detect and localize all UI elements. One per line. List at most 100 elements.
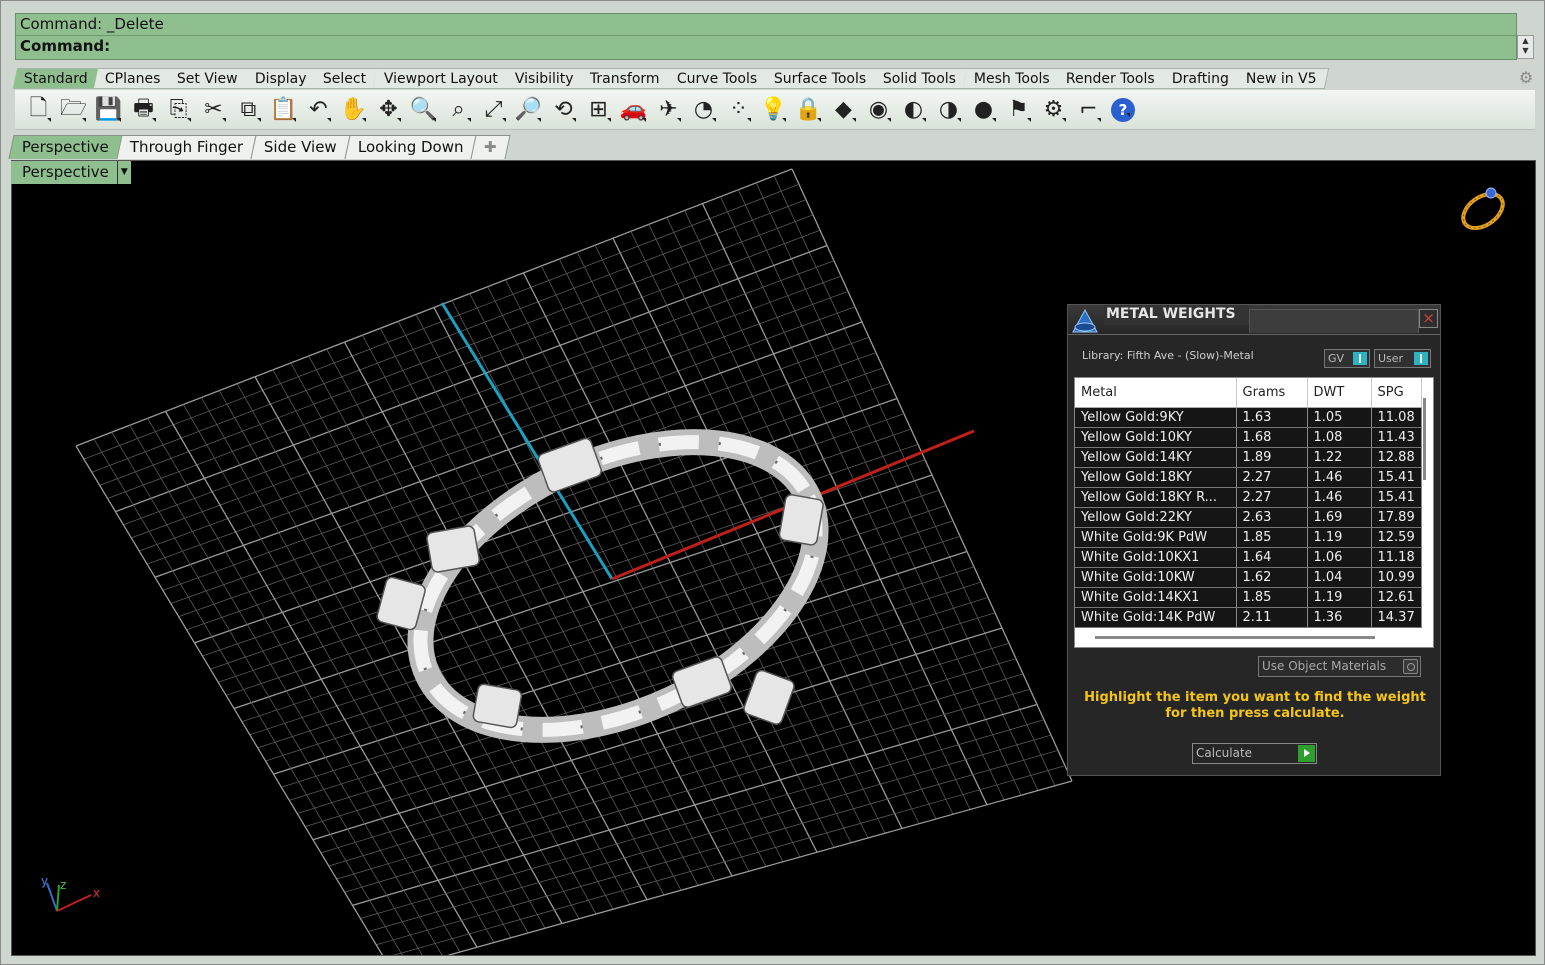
panel-header[interactable]: METAL WEIGHTS ×: [1068, 305, 1440, 335]
calculate-label: Calculate: [1196, 746, 1253, 760]
paste-icon[interactable]: 📋: [266, 93, 301, 127]
zoom-window-icon[interactable]: ⌕: [441, 93, 476, 127]
toolbar-tab-drafting[interactable]: Drafting: [1160, 68, 1242, 89]
library-label: Library: Fifth Ave - (Slow)-Metal: [1082, 349, 1254, 362]
new-file-icon[interactable]: 🗋: [21, 93, 56, 127]
table-row[interactable]: Yellow Gold:9KY 1.63 1.05 11.08: [1075, 407, 1422, 428]
command-scroll-arrows[interactable]: ▲ ▼: [1517, 35, 1534, 59]
user-toggle[interactable]: User: [1374, 349, 1431, 368]
toolbar-tab-visibility[interactable]: Visibility: [503, 68, 586, 89]
import-icon[interactable]: ⎘: [161, 93, 196, 127]
blue-sphere-icon[interactable]: ●: [966, 93, 1001, 127]
table-row[interactable]: White Gold:14KX1 1.85 1.19 12.61: [1075, 587, 1422, 608]
table-cell-metal: White Gold:9K PdW: [1075, 527, 1237, 548]
toolbar-tab-label: Solid Tools: [883, 71, 957, 87]
circle-icon[interactable]: ◔: [686, 93, 721, 127]
table-cell-metal: Yellow Gold:18KY: [1075, 467, 1237, 488]
column-header-dwt[interactable]: DWT: [1307, 378, 1372, 408]
undo-icon[interactable]: ↶: [301, 93, 336, 127]
pan-hand-icon[interactable]: ✋: [336, 93, 371, 127]
zoom-extents-icon[interactable]: ⤢: [476, 93, 511, 127]
calculate-button[interactable]: Calculate: [1192, 743, 1317, 764]
zoom-selected-icon[interactable]: 🔎: [511, 93, 546, 127]
toolbar-tab-viewport-layout[interactable]: Viewport Layout: [372, 68, 510, 89]
color-wheel-icon[interactable]: ◉: [861, 93, 896, 127]
table-row[interactable]: Yellow Gold:18KY R... 2.27 1.46 15.41: [1075, 487, 1422, 508]
cut-icon[interactable]: ✂: [196, 93, 231, 127]
toolbar-options-gear-icon[interactable]: ⚙: [1517, 69, 1535, 87]
checkbox-icon[interactable]: [1403, 659, 1418, 674]
viewport-tab-side-view[interactable]: Side View: [250, 135, 351, 159]
help-icon[interactable]: ?: [1111, 97, 1135, 122]
toolbar-tab-cplanes[interactable]: CPlanes: [93, 68, 173, 89]
table-row[interactable]: White Gold:14K PdW 2.11 1.36 14.37: [1075, 607, 1422, 628]
toolbar-tab-select[interactable]: Select: [312, 68, 379, 89]
ring-orientation-icon[interactable]: [1453, 181, 1513, 236]
grid-line: [147, 418, 461, 953]
table-row[interactable]: Yellow Gold:22KY 2.63 1.69 17.89: [1075, 507, 1422, 528]
viewport-menu-arrow-icon[interactable]: ▼: [116, 161, 131, 184]
toolbar-tab-new-in-v5[interactable]: New in V5: [1234, 68, 1329, 89]
copy-icon[interactable]: ⧉: [231, 93, 266, 127]
column-header-grams[interactable]: Grams: [1236, 378, 1308, 408]
toolbar-tab-curve-tools[interactable]: Curve Tools: [665, 68, 770, 89]
lock-icon[interactable]: 🔒: [791, 93, 826, 127]
print-icon[interactable]: 🖶: [126, 93, 161, 127]
open-folder-icon[interactable]: 🗁: [56, 93, 91, 127]
toolbar-tab-set-view[interactable]: Set View: [165, 68, 251, 89]
table-row[interactable]: Yellow Gold:14KY 1.89 1.22 12.88: [1075, 447, 1422, 468]
light-bulb-icon[interactable]: 💡: [756, 93, 791, 127]
toggle-knob-icon: [1414, 352, 1428, 365]
points-icon[interactable]: ⁘: [721, 93, 756, 127]
table-row[interactable]: White Gold:10KW 1.62 1.04 10.99: [1075, 567, 1422, 588]
use-object-materials-checkbox[interactable]: Use Object Materials: [1258, 656, 1421, 677]
toolbar-tab-display[interactable]: Display: [243, 68, 319, 89]
render-light-icon[interactable]: ⚑: [1001, 93, 1036, 127]
four-viewports-icon[interactable]: ⊞: [581, 93, 616, 127]
shaded-sphere-icon[interactable]: ◐: [896, 93, 931, 127]
toolbar-tab-render-tools[interactable]: Render Tools: [1055, 68, 1168, 89]
grid-line: [75, 445, 384, 955]
viewport-tab-perspective[interactable]: Perspective: [8, 135, 123, 159]
column-header-metal[interactable]: Metal: [1075, 378, 1237, 408]
table-cell-spg: 12.61: [1371, 587, 1422, 608]
table-row[interactable]: Yellow Gold:10KY 1.68 1.08 11.43: [1075, 427, 1422, 448]
rendered-sphere-icon[interactable]: ◑: [931, 93, 966, 127]
table-cell-spg: 10.99: [1371, 567, 1422, 588]
move-icon[interactable]: ✥: [371, 93, 406, 127]
toolbar-tab-standard[interactable]: Standard: [12, 68, 100, 89]
viewport-name[interactable]: Perspective: [11, 161, 117, 184]
plane-icon[interactable]: ✈: [651, 93, 686, 127]
standard-toolbar: 🗋 🗁 💾 🖶 ⎘ ✂ ⧉ 📋 ↶ ✋ ✥ 🔍 ⌕ ⤢ 🔎 ⟲ ⊞ 🚗 ✈ ◔ ⁘ 💡 🔒 ◆ ◉ ◐ ◑ ● ⚑ ⚙ ⌐?: [15, 90, 1535, 130]
table-cell-spg: 15.41: [1371, 487, 1422, 508]
viewport-label[interactable]: Perspective ▼: [11, 161, 131, 184]
save-icon[interactable]: 💾: [91, 93, 126, 127]
table-row[interactable]: White Gold:9K PdW 1.85 1.19 12.59: [1075, 527, 1422, 548]
toolbar-tab-mesh-tools[interactable]: Mesh Tools: [962, 68, 1062, 89]
close-icon[interactable]: ×: [1419, 309, 1438, 328]
column-header-spg[interactable]: SPG: [1371, 378, 1422, 408]
add-viewport-tab-plus-icon[interactable]: ✚: [470, 135, 511, 159]
gv-toggle[interactable]: GV: [1324, 349, 1370, 368]
toolbar-tab-surface-tools[interactable]: Surface Tools: [762, 68, 879, 89]
zoom-icon[interactable]: 🔍: [406, 93, 441, 127]
metal-weights-logo-icon: [1072, 308, 1098, 333]
command-prompt[interactable]: Command:: [16, 36, 1516, 58]
dimension-icon[interactable]: ⌐: [1071, 93, 1106, 127]
rotate-view-icon[interactable]: ⟲: [546, 93, 581, 127]
play-arrow-icon[interactable]: [1298, 745, 1315, 762]
vertical-scrollbar[interactable]: [1423, 398, 1426, 480]
car-icon[interactable]: 🚗: [616, 93, 651, 127]
viewport-tab-looking-down[interactable]: Looking Down: [344, 135, 477, 159]
viewport-tab-through-finger[interactable]: Through Finger: [116, 135, 257, 159]
gear-settings-icon[interactable]: ⚙: [1036, 93, 1071, 127]
horizontal-scrollbar[interactable]: [1095, 636, 1375, 639]
table-cell-dwt: 1.05: [1307, 407, 1372, 428]
table-row[interactable]: Yellow Gold:18KY 2.27 1.46 15.41: [1075, 467, 1422, 488]
table-row[interactable]: White Gold:10KX1 1.64 1.06 11.18: [1075, 547, 1422, 568]
toolbar-tab-transform[interactable]: Transform: [579, 68, 673, 89]
render-material-icon[interactable]: ◆: [826, 93, 861, 127]
table-cell-grams: 1.68: [1236, 427, 1308, 448]
metal-table[interactable]: Metal Grams DWT SPG Yellow Gold:9KY 1.63 1.05…: [1074, 377, 1434, 648]
toolbar-tab-solid-tools[interactable]: Solid Tools: [872, 68, 969, 89]
